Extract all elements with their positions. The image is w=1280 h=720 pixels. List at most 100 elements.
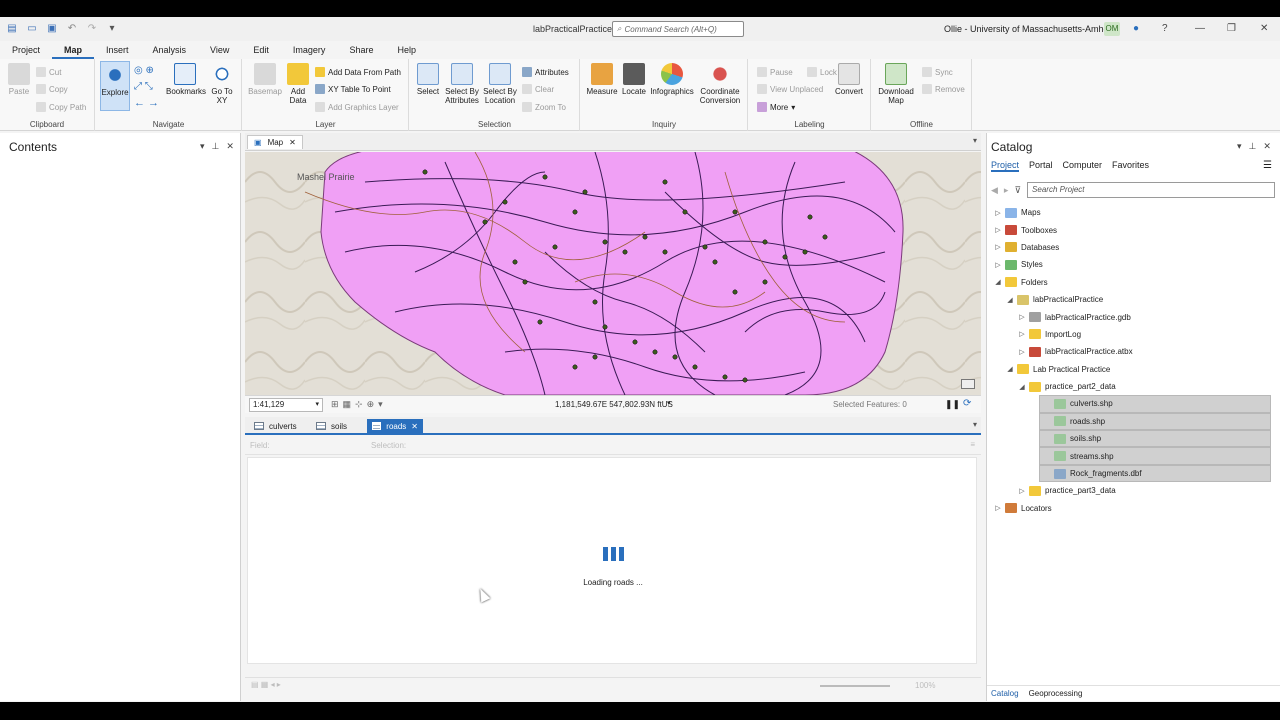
pin-icon[interactable]: ⊥ — [212, 141, 220, 152]
catalog-tree-item[interactable]: streams.shp — [1039, 447, 1271, 465]
tab-view[interactable]: View — [198, 43, 241, 59]
download-map-button[interactable]: Download Map — [876, 63, 916, 105]
redo-icon[interactable]: ↷ — [86, 23, 98, 35]
help-icon[interactable]: ? — [1162, 23, 1168, 34]
catalog-tree-item[interactable]: ▷ labPracticalPractice.gdb — [987, 308, 1280, 325]
catalog-menu-icon[interactable]: ☰ — [1263, 160, 1272, 171]
chevron-down-icon[interactable]: ▾ — [973, 136, 977, 145]
catalog-tree-item[interactable]: Rock_fragments.dbf — [1039, 464, 1271, 483]
new-project-icon[interactable]: ▤ — [6, 23, 18, 35]
select-by-location-button[interactable]: Select By Location — [482, 63, 518, 105]
command-search[interactable]: ⌕ Command Search (Alt+Q) — [612, 21, 744, 37]
remove-button[interactable]: Remove — [922, 84, 965, 94]
xy-table-to-point-button[interactable]: XY Table To Point — [315, 84, 391, 94]
user-name[interactable]: Ollie - University of Massachusetts-Amhe… — [944, 24, 1119, 34]
add-data-from-path-button[interactable]: Add Data From Path — [315, 67, 401, 77]
pause-drawing-icon[interactable]: ❚❚ — [945, 399, 960, 410]
cut-button[interactable]: Cut — [36, 67, 61, 77]
add-graphics-layer-button[interactable]: Add Graphics Layer — [315, 102, 399, 112]
minimize-icon[interactable]: — — [1195, 23, 1205, 34]
tab-roads[interactable]: roads ✕ — [367, 419, 423, 433]
infographics-button[interactable]: Infographics — [649, 63, 695, 96]
copy-button[interactable]: Copy — [36, 84, 68, 94]
chevron-down-icon[interactable]: ▾ — [973, 420, 977, 429]
zoom-to-selection-button[interactable]: Zoom To — [522, 102, 566, 112]
tab-catalog[interactable]: Catalog — [991, 689, 1019, 698]
filter-icon[interactable]: ⊽ — [1014, 185, 1021, 196]
clear-selection-button[interactable]: Clear — [522, 84, 554, 94]
close-icon[interactable]: ✕ — [289, 138, 296, 147]
paste-button[interactable]: Paste — [6, 63, 32, 96]
tab-project[interactable]: Project — [0, 43, 52, 59]
map-tools-icons[interactable]: ⊞▦⊹⊕▾ — [331, 399, 387, 410]
chevron-down-icon[interactable]: ▾ — [667, 399, 671, 407]
basemap-button[interactable]: Basemap — [247, 63, 283, 96]
catalog-tree-item[interactable]: soils.shp — [1039, 430, 1271, 448]
catalog-tree-item[interactable]: ▷ ImportLog — [987, 326, 1280, 343]
catalog-tree-item[interactable]: ▷ Toolboxes — [987, 221, 1280, 238]
expand-arrow-icon[interactable]: ▷ — [993, 504, 1003, 512]
forward-icon[interactable]: ▸ — [1004, 185, 1009, 196]
tab-edit[interactable]: Edit — [241, 43, 281, 59]
pane-options-icon[interactable]: ▾ — [200, 141, 205, 152]
undo-icon[interactable]: ↶ — [66, 23, 78, 35]
selected-features-count[interactable]: Selected Features: 0 — [833, 400, 907, 409]
pane-options-icon[interactable]: ▾ — [1237, 141, 1242, 152]
table-view-icons[interactable]: ▤ ▦ ◂ ▸ — [251, 680, 281, 689]
tab-imagery[interactable]: Imagery — [281, 43, 338, 59]
more-labeling-button[interactable]: More ▾ — [757, 102, 795, 112]
save-icon[interactable]: ▣ — [46, 23, 58, 35]
catalog-tree-item[interactable]: ◢ labPracticalPractice — [987, 291, 1280, 308]
restore-icon[interactable]: ❐ — [1227, 23, 1236, 34]
attributes-button[interactable]: Attributes — [522, 67, 569, 77]
explore-button[interactable]: Explore — [100, 61, 130, 111]
expand-arrow-icon[interactable]: ▷ — [993, 243, 1003, 251]
expand-arrow-icon[interactable]: ▷ — [1017, 313, 1027, 321]
back-icon[interactable]: ◀ — [991, 185, 998, 196]
catalog-tree-item[interactable]: ◢ Lab Practical Practice — [987, 361, 1280, 378]
tab-soils[interactable]: soils — [311, 419, 352, 433]
map-overview-icon[interactable] — [961, 379, 975, 389]
collapse-arrow-icon[interactable]: ◢ — [993, 278, 1003, 286]
notifications-icon[interactable]: ● — [1133, 23, 1139, 34]
convert-button[interactable]: Convert — [833, 63, 865, 96]
measure-button[interactable]: Measure — [585, 63, 619, 96]
catalog-tree-item[interactable]: ◢ Folders — [987, 274, 1280, 291]
catalog-search-input[interactable]: Search Project — [1027, 182, 1275, 198]
expand-arrow-icon[interactable]: ▷ — [1017, 330, 1027, 338]
map-canvas[interactable]: Mashel Prairie — [245, 152, 981, 395]
zoom-fixed-icon[interactable]: ⤢ ⤡ — [134, 81, 153, 92]
tab-insert[interactable]: Insert — [94, 43, 141, 59]
tab-map[interactable]: Map — [52, 43, 95, 59]
full-extent-icon[interactable]: ◎ ⊕ — [134, 65, 154, 76]
bookmarks-button[interactable]: Bookmarks — [166, 63, 206, 96]
catalog-tree-item[interactable]: culverts.shp — [1039, 395, 1271, 413]
avatar[interactable]: OM — [1104, 22, 1120, 36]
collapse-arrow-icon[interactable]: ◢ — [1005, 296, 1015, 304]
zoom-slider[interactable] — [820, 685, 890, 687]
tab-catalog-portal[interactable]: Portal — [1029, 160, 1053, 172]
expand-arrow-icon[interactable]: ▷ — [993, 261, 1003, 269]
tab-catalog-favorites[interactable]: Favorites — [1112, 160, 1149, 172]
pause-labeling-button[interactable]: Pause — [757, 67, 793, 77]
tab-geoprocessing[interactable]: Geoprocessing — [1029, 689, 1083, 698]
tab-catalog-project[interactable]: Project — [991, 160, 1020, 172]
expand-arrow-icon[interactable]: ▷ — [993, 209, 1003, 217]
catalog-tree-item[interactable]: ▷ Maps — [987, 204, 1280, 221]
open-project-icon[interactable]: ▭ — [26, 23, 38, 35]
select-by-attributes-button[interactable]: Select By Attributes — [444, 63, 480, 105]
catalog-tree-item[interactable]: ▷ labPracticalPractice.atbx — [987, 343, 1280, 360]
close-icon[interactable]: ✕ — [411, 422, 418, 431]
catalog-tree-item[interactable]: ▷ Locators — [987, 500, 1280, 517]
close-icon[interactable]: ✕ — [1260, 23, 1268, 34]
tab-catalog-computer[interactable]: Computer — [1063, 160, 1103, 172]
sync-button[interactable]: Sync — [922, 67, 953, 77]
close-icon[interactable]: ✕ — [226, 141, 234, 152]
catalog-tree-item[interactable]: ▷ Databases — [987, 239, 1280, 256]
catalog-tree-item[interactable]: ▷ practice_part3_data — [987, 482, 1280, 499]
menu-icon[interactable]: ≡ — [970, 440, 975, 449]
view-unplaced-button[interactable]: View Unplaced — [757, 84, 823, 94]
expand-arrow-icon[interactable]: ▷ — [1017, 487, 1027, 495]
refresh-icon[interactable]: ⟳ — [963, 398, 971, 409]
catalog-tree-item[interactable]: ◢ practice_part2_data — [987, 378, 1280, 395]
